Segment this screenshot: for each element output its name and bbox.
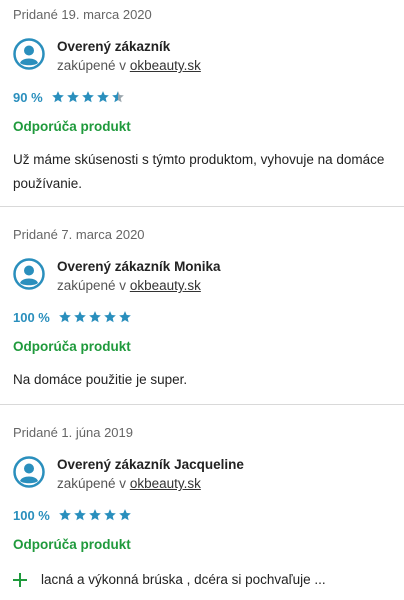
star-rating xyxy=(51,90,126,104)
star-icon xyxy=(89,509,101,521)
star-rating xyxy=(58,508,133,522)
plus-icon xyxy=(13,572,27,587)
purchased-from: zakúpené v okbeauty.sk xyxy=(57,276,221,296)
rating-percent: 90 % xyxy=(13,89,43,105)
reviewer: Overený zákazník Monika zakúpené v okbea… xyxy=(13,258,391,298)
star-icon xyxy=(66,91,79,103)
star-icon xyxy=(111,91,124,103)
reviewer-name: Overený zákazník Jacqueline xyxy=(57,457,244,472)
recommend-label: Odporúča produkt xyxy=(13,119,131,134)
review-card: Pridané 1. júna 2019 Overený zákazník Ja… xyxy=(0,405,404,600)
recommend-label: Odporúča produkt xyxy=(13,537,131,552)
star-icon xyxy=(96,91,109,103)
star-icon xyxy=(104,509,116,521)
rating-percent: 100 % xyxy=(13,507,50,523)
reviewer: Overený zákazník zakúpené v okbeauty.sk xyxy=(13,38,391,78)
star-icon xyxy=(89,311,101,323)
review-text: Na domáce použitie je super. xyxy=(13,372,188,387)
reviewer-name: Overený zákazník Monika xyxy=(57,259,221,274)
user-avatar-icon xyxy=(13,456,45,488)
star-icon xyxy=(119,509,131,521)
reviewer: Overený zákazník Jacqueline zakúpené v o… xyxy=(13,456,391,496)
review-text: Už máme skúsenosti s týmto produktom, vy… xyxy=(13,152,385,191)
pro-text: lacná a výkonná brúska , dcéra si pochva… xyxy=(41,572,326,587)
purchased-prefix: zakúpené v xyxy=(57,58,130,73)
review-card: Pridané 7. marca 2020 Overený zákazník M… xyxy=(0,207,404,405)
rating: 90 % xyxy=(13,88,391,106)
recommend-label: Odporúča produkt xyxy=(13,339,131,354)
star-icon xyxy=(81,91,94,103)
shop-link[interactable]: okbeauty.sk xyxy=(130,278,201,293)
star-icon xyxy=(74,311,86,323)
review-card: Pridané 19. marca 2020 Overený zákazník … xyxy=(0,0,404,207)
rating: 100 % xyxy=(13,308,391,326)
rating-percent: 100 % xyxy=(13,309,50,325)
purchased-from: zakúpené v okbeauty.sk xyxy=(57,474,244,494)
star-icon xyxy=(51,91,64,103)
user-avatar-icon xyxy=(13,258,45,290)
star-icon xyxy=(119,311,131,323)
review-date: Pridané 1. júna 2019 xyxy=(13,425,133,440)
star-icon xyxy=(74,509,86,521)
star-icon xyxy=(59,311,71,323)
rating: 100 % xyxy=(13,506,391,524)
user-avatar-icon xyxy=(13,38,45,70)
review-date: Pridané 19. marca 2020 xyxy=(13,7,152,22)
star-rating xyxy=(58,310,133,324)
review-date: Pridané 7. marca 2020 xyxy=(13,227,145,242)
shop-link[interactable]: okbeauty.sk xyxy=(130,476,201,491)
purchased-prefix: zakúpené v xyxy=(57,476,130,491)
shop-link[interactable]: okbeauty.sk xyxy=(130,58,201,73)
pro-item: lacná a výkonná brúska , dcéra si pochva… xyxy=(13,572,391,587)
purchased-prefix: zakúpené v xyxy=(57,278,130,293)
purchased-from: zakúpené v okbeauty.sk xyxy=(57,56,201,76)
star-icon xyxy=(104,311,116,323)
reviewer-name: Overený zákazník xyxy=(57,39,171,54)
star-icon xyxy=(59,509,71,521)
